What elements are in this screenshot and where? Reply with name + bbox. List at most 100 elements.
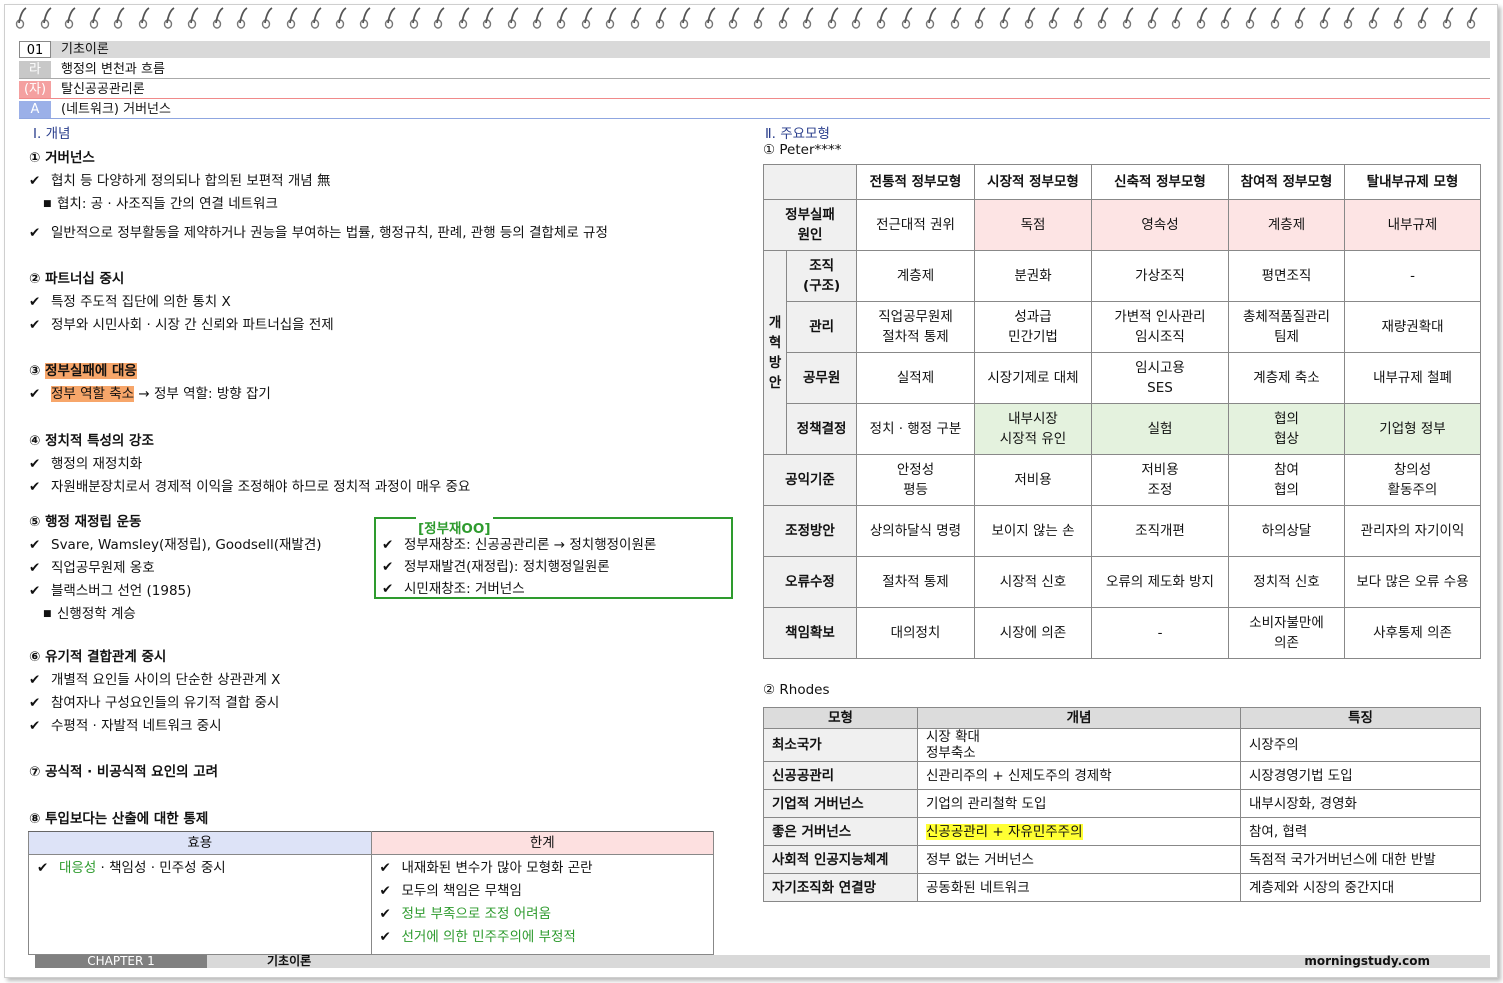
binding-ring-icon (40, 7, 54, 31)
binding-ring-icon (728, 7, 742, 31)
binding-ring-icon (187, 7, 201, 31)
heading-organic: ⑥ 유기적 결합관계 중시 (29, 649, 167, 665)
row-header: 공무원 (786, 352, 857, 404)
heading-partnership: ② 파트너십 중시 (29, 271, 125, 287)
column-header: 개념 (917, 707, 1241, 729)
heading-refounding: ⑤ 행정 재정립 운동 (29, 514, 142, 530)
table-cell: 하의상달 (1228, 505, 1345, 557)
table-row: 개혁방안 조직 (구조) 계층제 분권화 가상조직 평면조직 - (762, 250, 1481, 455)
binding-ring-icon (384, 7, 398, 31)
table-cell: 협의 협상 (1228, 403, 1345, 455)
binding-ring-icon (138, 7, 152, 31)
list-item: ✔ Svare, Wamsley(재정립), Goodsell(재발견) (29, 537, 322, 553)
binding-ring-icon (212, 7, 226, 31)
binding-ring-icon (605, 7, 619, 31)
table-cell: 보이지 않는 손 (974, 505, 1092, 557)
table-row: 공무원 실적제 시장기제로 대체 임시고용 SES 계층제 축소 내부규제 철폐 (764, 352, 1481, 404)
page-footer: CHAPTER 1 기초이론 morningstudy.com (35, 955, 1490, 968)
table-cell: 저비용 (974, 454, 1092, 506)
table-cell: 창의성 활동주의 (1344, 454, 1481, 506)
binding-ring-icon (335, 7, 349, 31)
site-name: morningstudy.com (1304, 954, 1430, 968)
table-cell: 정치 · 행정 구분 (856, 403, 975, 455)
table-cell: 내부규제 철폐 (1344, 352, 1481, 404)
table-cell: 관리자의 자기이익 (1344, 505, 1481, 557)
table-cell: 기업적 거버넌스 (763, 789, 918, 818)
table-cell: 안정성 평등 (856, 454, 975, 506)
table-row: 최소국가 시장 확대 정부축소 시장주의 (763, 728, 1481, 762)
breadcrumb-tag: (자) (19, 81, 51, 98)
breadcrumb-tag: A (19, 101, 51, 118)
peter-table: 전통적 정부모형 시장적 정부모형 신축적 정부모형 참여적 정부모형 탈내부규… (762, 164, 1481, 659)
list-item: ✔ 정부 역할 축소 → 정부 역할: 방향 잡기 (29, 386, 271, 402)
binding-ring-icon (1442, 7, 1456, 31)
binding-ring-icon (1245, 7, 1259, 31)
heading-political: ④ 정치적 특성의 강조 (29, 433, 154, 449)
breadcrumb-text: (네트워크) 거버넌스 (61, 102, 171, 117)
table-row: 사회적 인공지능체계 정부 없는 거버넌스 독점적 국가거버넌스에 대한 반발 (763, 845, 1481, 874)
table-cell: 공동화된 네트워크 (917, 873, 1241, 902)
binding-ring-icon (1073, 7, 1087, 31)
heading-government-failure: ③ 정부실패에 대응 (29, 363, 137, 379)
chapter-label: CHAPTER 1 (35, 955, 207, 968)
table-cell: 대의정치 (856, 607, 975, 659)
table-cell: 소비자불만에 의존 (1228, 607, 1345, 659)
row-header: 조정방안 (763, 505, 857, 557)
table-cell: 영속성 (1091, 199, 1229, 251)
table-cell: - (1091, 607, 1229, 659)
list-item: ✔ 대응성 · 책임성 · 민주성 중시 (37, 860, 226, 876)
binding-ring-icon (1048, 7, 1062, 31)
table-cell: 사회적 인공지능체계 (763, 845, 918, 874)
binding-ring-icon (1270, 7, 1284, 31)
table-cell: 전근대적 권위 (856, 199, 975, 251)
binding-ring-icon (1147, 7, 1161, 31)
list-item: ✔ 참여자나 구성요인들의 유기적 결합 중시 (29, 695, 280, 711)
binding-ring-icon (950, 7, 964, 31)
table-cell: 기업형 정부 (1344, 403, 1481, 455)
table-row: 정책결정 정치 · 행정 구분 내부시장 시장적 유인 실험 협의 협상 기업형 정… (764, 403, 1481, 455)
row-header: 정책결정 (786, 403, 857, 455)
table-cell: 저비용 조정 (1091, 454, 1229, 506)
column-header: 참여적 정부모형 (1228, 164, 1345, 200)
table-cell: 참여 협의 (1228, 454, 1345, 506)
binding-ring-icon (1319, 7, 1333, 31)
table-cell: 사후통제 의존 (1344, 607, 1481, 659)
limit-cell: ✔ 내재화된 변수가 많아 모형화 곤란 ✔ 모두의 책임은 무책임 ✔ 정보 부족으… (370, 854, 714, 955)
table-row: 신공공관리 신관리주의 + 신제도주의 경제학 시장경영기법 도입 (763, 761, 1481, 790)
table-cell: 총체적품질관리 팀제 (1228, 301, 1345, 353)
section-title-models: Ⅱ. 주요모형 (765, 126, 830, 142)
table-cell: 직업공무원제 절차적 통제 (856, 301, 975, 353)
table-cell: 절차적 통제 (856, 556, 975, 608)
column-header: 신축적 정부모형 (1091, 164, 1229, 200)
column-header: 시장적 정부모형 (974, 164, 1092, 200)
table-cell: 시장적 신호 (974, 556, 1092, 608)
reform-group-header: 개혁방안 (762, 250, 788, 455)
breadcrumb-tag: 01 (19, 41, 51, 58)
binding-ring-icon (236, 7, 250, 31)
table-cell: 상의하달식 명령 (856, 505, 975, 557)
table-cell: 시장경영기법 도입 (1240, 761, 1481, 790)
document-page: 01 기초이론 라 행정의 변천과 흐름 (자) 탈신공공관리론 A (네트워크… (4, 4, 1498, 978)
table-cell: 참여, 협력 (1240, 817, 1481, 846)
binding-ring-icon (261, 7, 275, 31)
binding-ring-icon (1417, 7, 1431, 31)
binding-ring-icon (507, 7, 521, 31)
binding-ring-icon (1122, 7, 1136, 31)
sub-item: ■ 협치: 공 · 사조직들 간의 연결 네트워크 (43, 196, 278, 212)
column-header: 모형 (763, 707, 918, 729)
box-item: ✔ 정부재창조: 신공공관리론 → 정치행정이원론 (382, 537, 657, 553)
table-row: 좋은 거버넌스 신공공관리 + 자유민주주의 참여, 협력 (763, 817, 1481, 846)
binding-ring-icon (974, 7, 988, 31)
table-cell: 계층제와 시장의 중간지대 (1240, 873, 1481, 902)
utility-cell: ✔ 대응성 · 책임성 · 민주성 중시 (28, 854, 372, 955)
table-cell: 평면조직 (1228, 250, 1345, 302)
binding-ring-icon (286, 7, 300, 31)
section-title-concept: Ⅰ. 개념 (33, 126, 71, 142)
rhodes-table: 모형 개념 특징 최소국가 시장 확대 정부축소 시장주의 신공공관리 신관리주의… (763, 707, 1481, 902)
binding-ring-icon (1368, 7, 1382, 31)
peter-title: ① Peter**** (763, 142, 842, 158)
table-cell: 독점 (974, 199, 1092, 251)
table-row: 기업적 거버넌스 기업의 관리철학 도입 내부시장화, 경영화 (763, 789, 1481, 818)
binding-ring-icon (359, 7, 373, 31)
binding-ring-icon (581, 7, 595, 31)
